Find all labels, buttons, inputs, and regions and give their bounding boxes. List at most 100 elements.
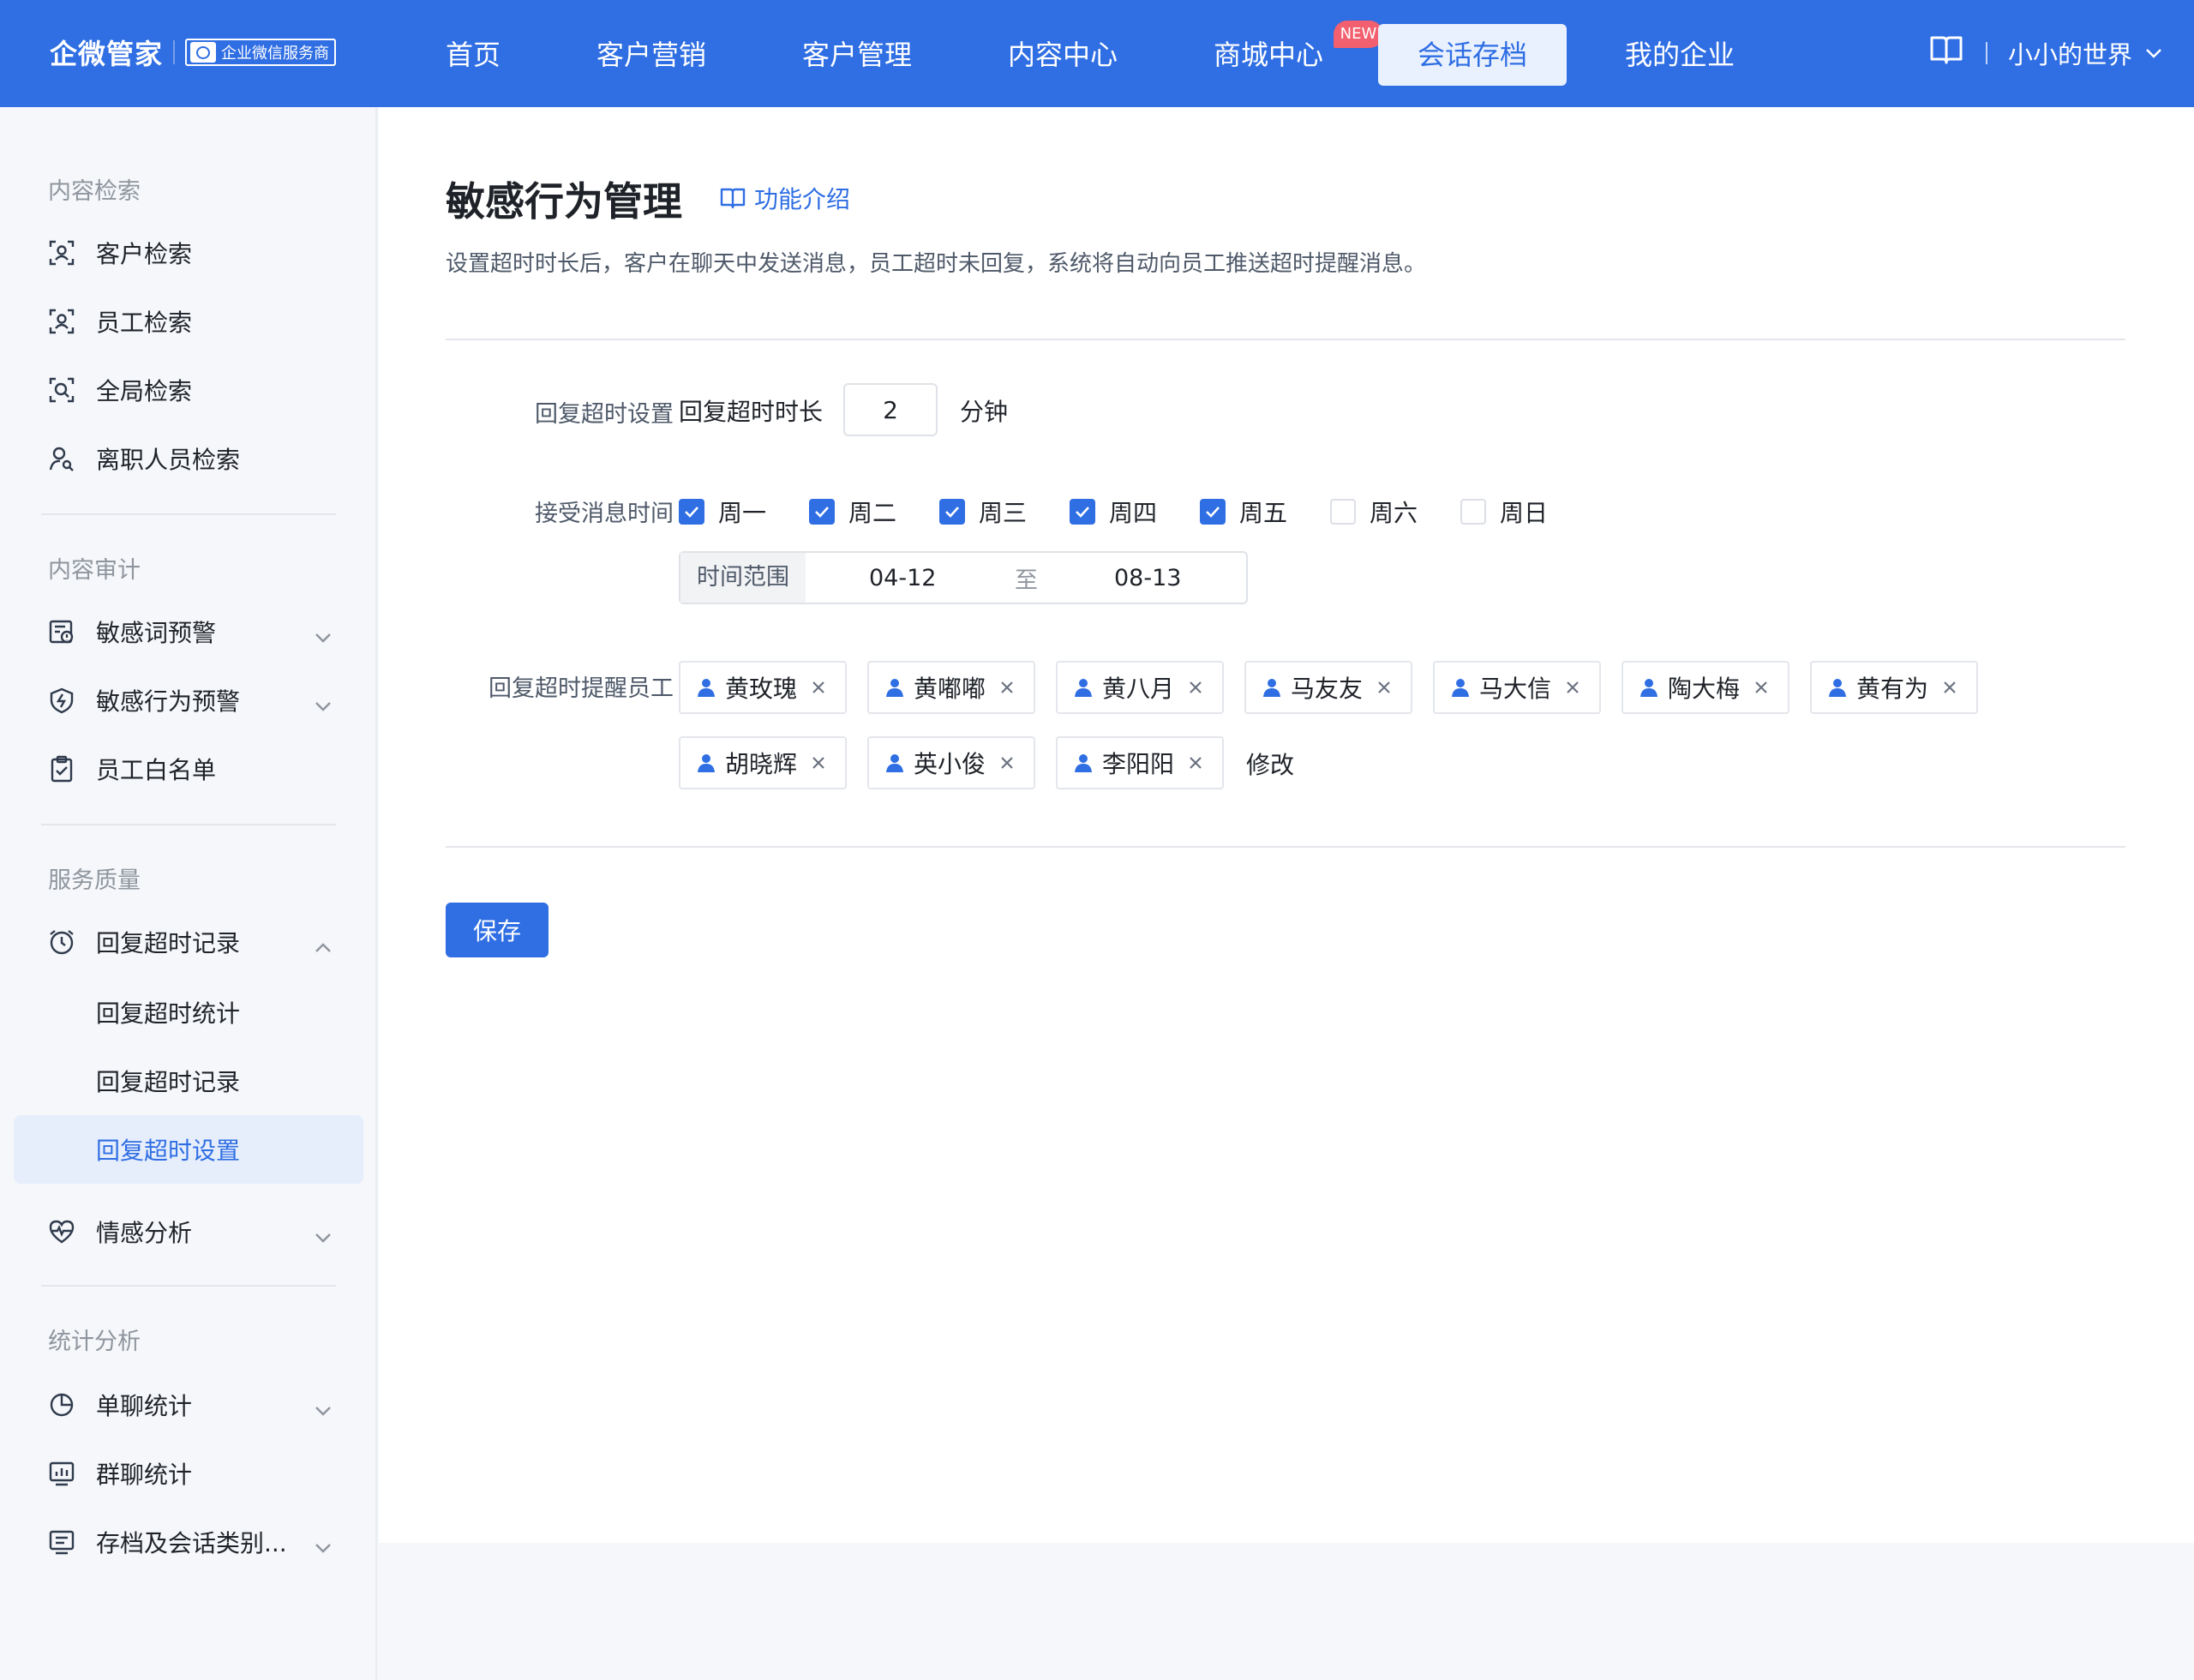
sidebar-item-archive-category[interactable]: 存档及会话类别... bbox=[14, 1509, 363, 1575]
sidebar-item-single-chat-stats[interactable]: 单聊统计 bbox=[14, 1372, 363, 1437]
sidebar-subitem-timeout-stats[interactable]: 回复超时统计 bbox=[14, 980, 363, 1045]
list-monitor-icon bbox=[48, 1528, 75, 1556]
sidebar-item-label: 敏感行为预警 bbox=[96, 687, 241, 716]
staff-name: 英小俊 bbox=[914, 750, 986, 778]
nav-customer-marketing[interactable]: 客户营销 bbox=[557, 24, 746, 86]
sidebar-item-label: 回复超时记录 bbox=[96, 929, 241, 957]
checkbox-label: 周二 bbox=[848, 499, 897, 527]
bar-chart-monitor-icon bbox=[48, 1460, 75, 1487]
remove-tag-icon[interactable] bbox=[811, 755, 826, 771]
user-icon bbox=[1073, 753, 1094, 773]
time-range-picker[interactable]: 时间范围 04-12 至 08-13 bbox=[679, 551, 1248, 604]
time-range-separator: 至 bbox=[1015, 567, 1038, 594]
user-icon bbox=[884, 753, 905, 773]
checkbox-thursday[interactable]: 周四 bbox=[1070, 495, 1157, 529]
sidebar-item-reply-timeout-record[interactable]: 回复超时记录 bbox=[14, 909, 363, 975]
remove-tag-icon[interactable] bbox=[999, 755, 1015, 771]
staff-tag: 英小俊 bbox=[867, 736, 1035, 789]
remove-tag-icon[interactable] bbox=[811, 680, 826, 695]
save-button[interactable]: 保存 bbox=[446, 903, 548, 957]
checkbox-sunday[interactable]: 周日 bbox=[1460, 495, 1548, 529]
checkbox-monday[interactable]: 周一 bbox=[679, 495, 766, 529]
timeout-section-label: 回复超时设置 bbox=[535, 401, 674, 428]
brand-divider bbox=[173, 40, 176, 64]
staff-name: 黄有为 bbox=[1856, 675, 1929, 703]
chevron-down-icon bbox=[314, 1395, 333, 1423]
staff-name: 黄玫瑰 bbox=[725, 675, 798, 703]
checkbox-label: 周三 bbox=[979, 499, 1028, 527]
time-range-start[interactable]: 04-12 bbox=[869, 565, 936, 591]
checkbox-checked-icon bbox=[939, 499, 965, 525]
global-search-icon bbox=[48, 376, 75, 404]
alarm-clock-icon bbox=[48, 928, 75, 956]
brand-name: 企微管家 bbox=[50, 38, 164, 70]
checkbox-friday[interactable]: 周五 bbox=[1200, 495, 1287, 529]
resigned-user-search-icon bbox=[48, 445, 75, 472]
sidebar-item-sentiment-analysis[interactable]: 情感分析 bbox=[14, 1199, 363, 1264]
chevron-down-icon bbox=[314, 1221, 333, 1250]
sidebar-item-staff-search[interactable]: 员工检索 bbox=[14, 289, 363, 354]
remove-tag-icon[interactable] bbox=[1188, 680, 1203, 695]
staff-tag: 黄玫瑰 bbox=[679, 661, 847, 714]
user-icon bbox=[1073, 677, 1094, 698]
user-icon bbox=[1262, 677, 1282, 698]
sidebar-item-label: 回复超时设置 bbox=[96, 1137, 241, 1165]
brand[interactable]: 企微管家 企业微信服务商 bbox=[50, 33, 337, 72]
remove-tag-icon[interactable] bbox=[1942, 680, 1957, 695]
sidebar-subitem-timeout-settings[interactable]: 回复超时设置 bbox=[14, 1115, 363, 1184]
staff-tag: 黄嘟嘟 bbox=[867, 661, 1035, 714]
staff-tag: 陶大梅 bbox=[1622, 661, 1789, 714]
remove-tag-icon[interactable] bbox=[1376, 680, 1392, 695]
sidebar-item-label: 客户检索 bbox=[96, 240, 193, 268]
modify-staff-link[interactable]: 修改 bbox=[1246, 747, 1294, 781]
timeout-duration-input[interactable] bbox=[843, 383, 938, 436]
sidebar: 内容检索 客户检索 员工检索 全局检索 离职人员检索 内容审计 敏感词预警 敏感… bbox=[0, 107, 377, 1680]
checkbox-saturday[interactable]: 周六 bbox=[1330, 495, 1418, 529]
remove-tag-icon[interactable] bbox=[999, 680, 1015, 695]
sidebar-item-resigned-search[interactable]: 离职人员检索 bbox=[14, 426, 363, 491]
checkbox-checked-icon bbox=[809, 499, 835, 525]
brand-badge-text: 企业微信服务商 bbox=[221, 45, 330, 63]
service-provider-badge: 企业微信服务商 bbox=[185, 39, 337, 66]
nav-content-center[interactable]: 内容中心 bbox=[968, 24, 1157, 86]
time-range-label: 时间范围 bbox=[680, 553, 806, 603]
checkbox-label: 周四 bbox=[1109, 499, 1158, 527]
remove-tag-icon[interactable] bbox=[1188, 755, 1203, 771]
clipboard-check-icon bbox=[48, 755, 75, 783]
sidebar-subitem-timeout-record[interactable]: 回复超时记录 bbox=[14, 1048, 363, 1113]
nav-home[interactable]: 首页 bbox=[406, 24, 540, 86]
sidebar-item-group-chat-stats[interactable]: 群聊统计 bbox=[14, 1441, 363, 1506]
staff-tag: 黄八月 bbox=[1056, 661, 1224, 714]
nav-customer-management[interactable]: 客户管理 bbox=[763, 24, 951, 86]
staff-name: 陶大梅 bbox=[1668, 675, 1741, 703]
book-open-icon bbox=[720, 187, 754, 209]
sensitive-word-icon bbox=[48, 618, 75, 645]
user-name[interactable]: 小小的世界 bbox=[2008, 35, 2132, 71]
book-icon[interactable] bbox=[1929, 34, 1963, 71]
sidebar-item-global-search[interactable]: 全局检索 bbox=[14, 357, 363, 423]
nav-session-archive[interactable]: 会话存档 bbox=[1378, 24, 1568, 86]
chevron-down-icon[interactable] bbox=[2144, 47, 2163, 59]
customer-search-icon bbox=[48, 239, 75, 267]
chevron-down-icon bbox=[314, 1532, 333, 1560]
sidebar-item-sensitive-word-alert[interactable]: 敏感词预警 bbox=[14, 599, 363, 664]
sidebar-item-label: 员工检索 bbox=[96, 309, 193, 337]
remove-tag-icon[interactable] bbox=[1753, 680, 1769, 695]
sidebar-item-staff-whitelist[interactable]: 员工白名单 bbox=[14, 736, 363, 801]
wecom-logo-icon bbox=[190, 42, 217, 63]
remove-tag-icon[interactable] bbox=[1565, 680, 1580, 695]
sidebar-item-label: 离职人员检索 bbox=[96, 446, 241, 474]
sidebar-item-sensitive-behavior-alert[interactable]: 敏感行为预警 bbox=[14, 668, 363, 733]
user-area: 小小的世界 bbox=[1929, 34, 2163, 71]
divider bbox=[446, 339, 2125, 340]
sidebar-item-customer-search[interactable]: 客户检索 bbox=[14, 220, 363, 285]
feature-intro-link[interactable]: 功能介绍 bbox=[720, 181, 850, 215]
checkbox-tuesday[interactable]: 周二 bbox=[809, 495, 896, 529]
staff-search-icon bbox=[48, 308, 75, 335]
nav-my-enterprise[interactable]: 我的企业 bbox=[1586, 24, 1774, 86]
sidebar-item-label: 情感分析 bbox=[96, 1219, 193, 1247]
staff-name: 马友友 bbox=[1291, 675, 1364, 703]
sidebar-divider bbox=[41, 1285, 336, 1287]
checkbox-wednesday[interactable]: 周三 bbox=[939, 495, 1027, 529]
time-range-end[interactable]: 08-13 bbox=[1114, 565, 1181, 591]
